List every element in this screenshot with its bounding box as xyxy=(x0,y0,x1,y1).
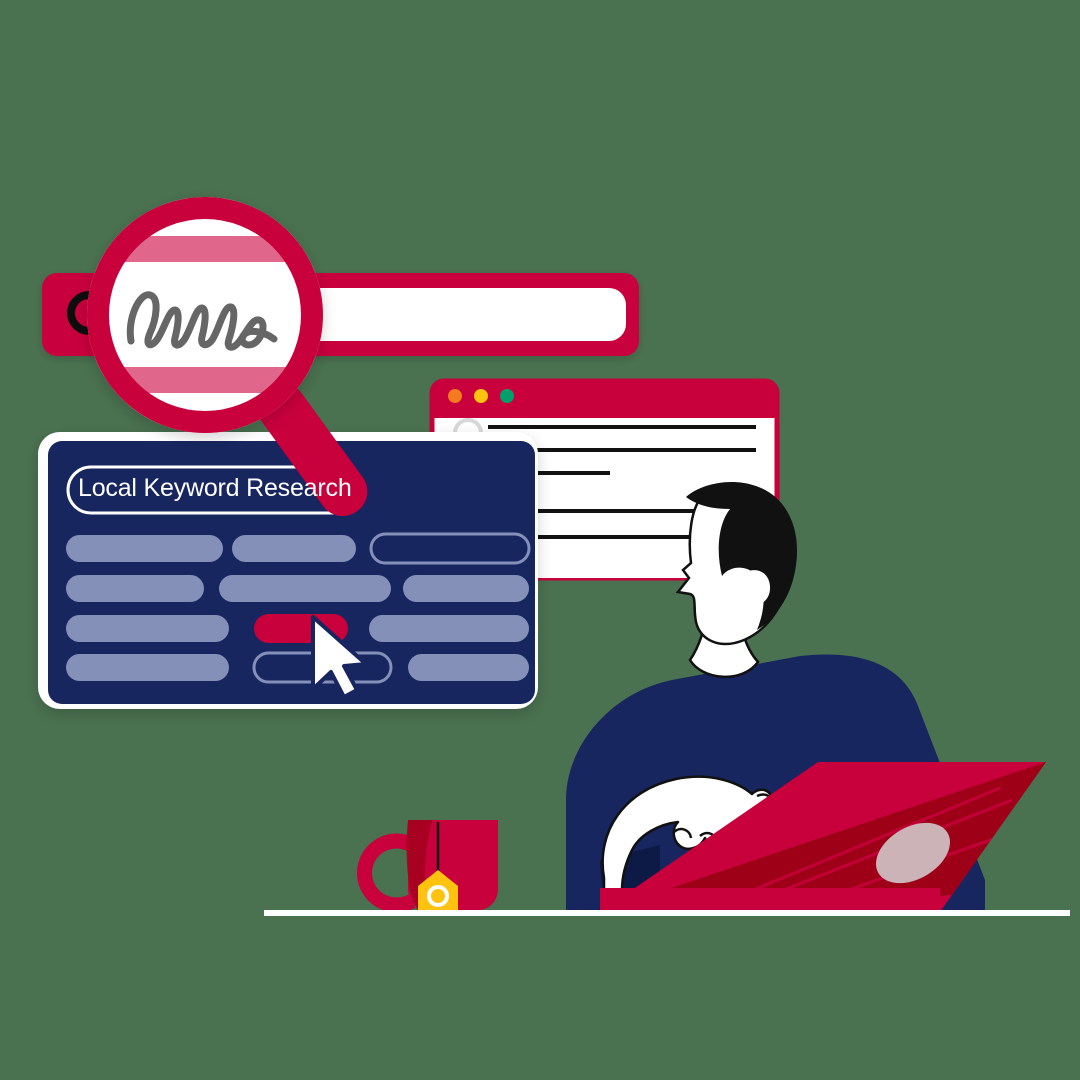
keyword-panel[interactable] xyxy=(38,432,538,709)
keyword-pill[interactable] xyxy=(66,575,204,602)
mug-handle xyxy=(357,833,416,913)
keyword-pill[interactable] xyxy=(66,615,229,642)
keyword-pill[interactable] xyxy=(403,575,529,602)
laptop-base xyxy=(600,888,940,912)
traffic-light-close-icon[interactable] xyxy=(448,389,462,403)
traffic-light-maximize-icon[interactable] xyxy=(500,389,514,403)
traffic-light-minimize-icon[interactable] xyxy=(474,389,488,403)
illustration-stage: Local Keyword Research xyxy=(0,0,1080,1080)
keyword-pill[interactable] xyxy=(408,654,529,681)
illustration-canvas xyxy=(38,197,1070,916)
floor-line xyxy=(264,910,1070,916)
keyword-pill[interactable] xyxy=(66,535,223,562)
coffee-mug[interactable] xyxy=(357,820,498,913)
keyword-pill[interactable] xyxy=(369,615,529,642)
keyword-pill[interactable] xyxy=(219,575,391,602)
keyword-pill[interactable] xyxy=(66,654,229,681)
keyword-pill[interactable] xyxy=(232,535,356,562)
